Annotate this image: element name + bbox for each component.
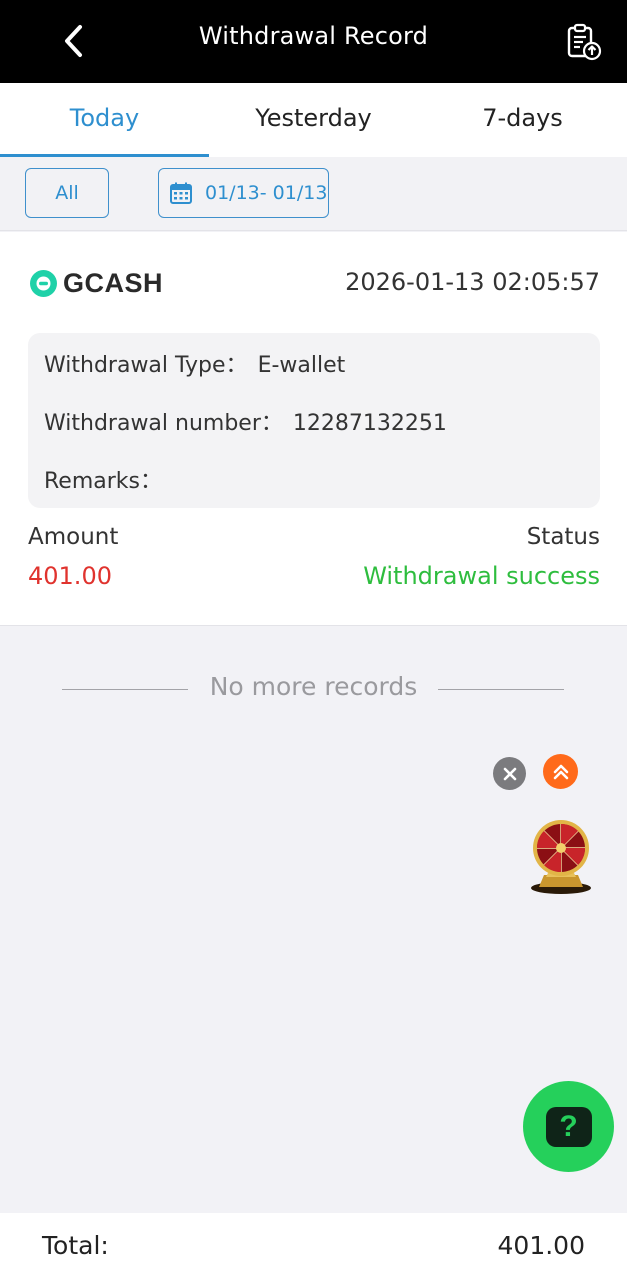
question-mark-icon: ? [545, 1106, 592, 1147]
clipboard-upload-icon [567, 23, 602, 61]
gcash-icon [30, 270, 57, 297]
withdrawal-number-label: Withdrawal number： [44, 411, 283, 436]
top-bar: Withdrawal Record [0, 0, 627, 83]
withdrawal-record-card: GCASH 2026-01-13 02:05:57 Withdrawal Typ… [0, 232, 627, 626]
lucky-wheel-button[interactable] [528, 817, 594, 895]
gcash-logo: GCASH [29, 268, 163, 299]
filter-all-button[interactable]: All [25, 168, 109, 218]
calendar-icon [170, 182, 192, 204]
help-button[interactable]: ? [523, 1081, 614, 1172]
withdrawal-type-label: Withdrawal Type： [44, 353, 248, 378]
status-value: Withdrawal success [363, 562, 600, 590]
total-label: Total: [42, 1231, 109, 1260]
amount-label: Amount [28, 524, 119, 550]
double-chevron-up-icon [553, 764, 568, 779]
withdrawal-type-value: E-wallet [257, 353, 346, 378]
payment-method-name: GCASH [63, 268, 164, 298]
record-datetime: 2026-01-13 02:05:57 [345, 268, 600, 296]
tab-yesterday[interactable]: Yesterday [209, 83, 418, 157]
amount-value: 401.00 [28, 562, 112, 590]
close-icon [503, 767, 516, 780]
record-details: Withdrawal Type： E-wallet Withdrawal numb… [28, 333, 600, 508]
list-end-indicator: No more records [0, 672, 627, 706]
date-range-button[interactable]: 01/13- 01/13 [158, 168, 329, 218]
withdrawal-number-value: 12287132251 [292, 411, 447, 436]
scroll-top-button[interactable] [543, 754, 578, 789]
status-label: Status [526, 524, 600, 550]
remarks-label: Remarks： [44, 469, 162, 494]
date-range-label: 01/13- 01/13 [205, 182, 328, 204]
total-value: 401.00 [497, 1231, 585, 1260]
prize-wheel-icon [531, 820, 591, 894]
withdrawal-type-row: Withdrawal Type： E-wallet [44, 347, 345, 379]
withdrawal-number-row: Withdrawal number： 12287132251 [44, 405, 447, 437]
close-floating-button[interactable] [493, 757, 526, 790]
remarks-row: Remarks： [44, 463, 162, 495]
tab-today[interactable]: Today [0, 83, 209, 157]
divider-right [438, 689, 564, 690]
tab-7-days[interactable]: 7-days [418, 83, 627, 157]
no-more-records-text: No more records [209, 672, 418, 701]
total-bar: Total: 401.00 [0, 1213, 627, 1280]
filter-bar: All 01/13- 01/13 [0, 157, 627, 231]
withdrawal-report-button[interactable] [558, 18, 608, 66]
page-title: Withdrawal Record [198, 22, 429, 50]
date-tabs: Today Yesterday 7-days [0, 83, 627, 157]
